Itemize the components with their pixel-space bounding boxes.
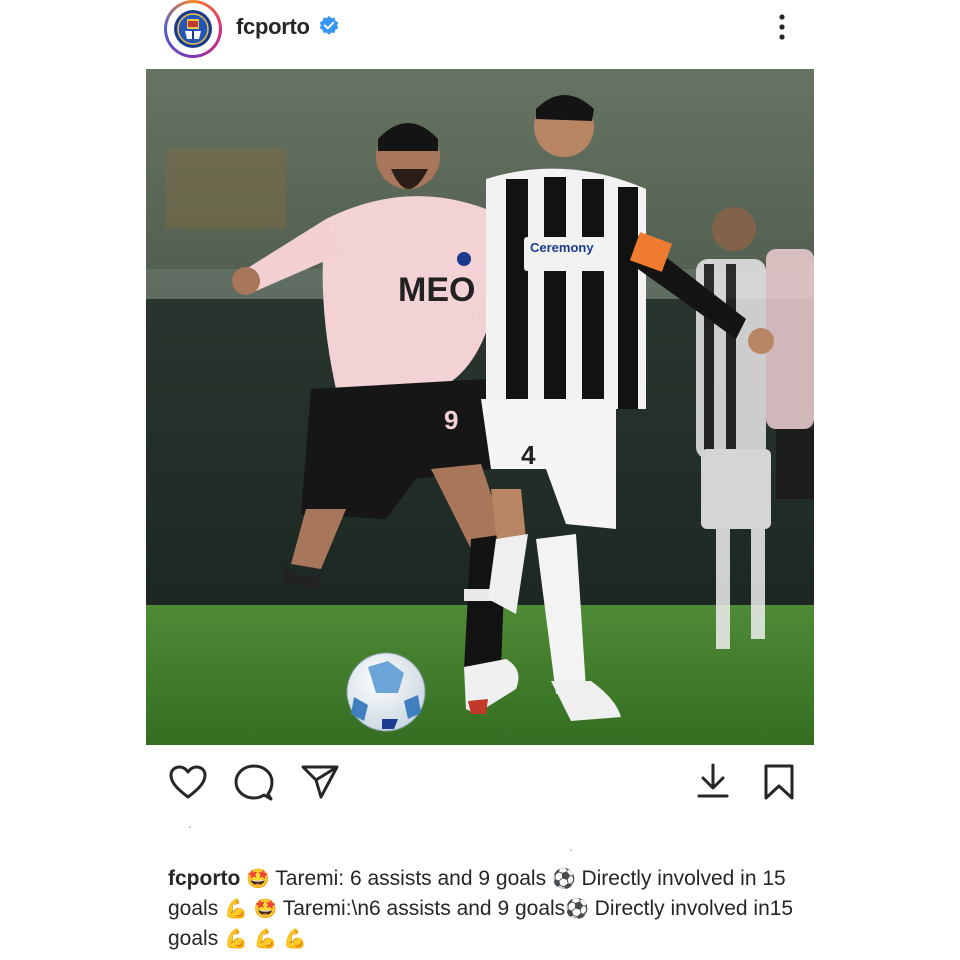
flexed-biceps-emoji: 💪 [224, 928, 248, 950]
divider-dot [570, 849, 572, 851]
flexed-biceps-emoji: 💪 [283, 928, 307, 950]
flexed-biceps-emoji: 💪 [253, 928, 278, 950]
post-username[interactable]: fcporto [236, 14, 310, 40]
send-icon[interactable] [301, 764, 339, 800]
flexed-biceps-emoji: 💪 [224, 898, 248, 920]
porto-shorts-number: 9 [444, 405, 458, 435]
avatar[interactable] [164, 0, 222, 58]
soccer-ball-emoji: ⚽ [565, 898, 589, 920]
comment-icon[interactable] [234, 764, 274, 802]
caption-username[interactable]: fcporto [168, 867, 240, 890]
star-struck-emoji: 🤩 [253, 898, 278, 920]
post-image[interactable]: MEO 9 Ceremony 4 [146, 69, 814, 745]
fc-porto-crest-icon [174, 10, 212, 48]
divider-dot [189, 826, 191, 828]
opponent-shorts-number: 4 [521, 440, 536, 470]
opponent-sponsor-text: Ceremony [530, 240, 594, 255]
post-header: fcporto [0, 0, 960, 60]
bookmark-icon[interactable] [762, 763, 796, 801]
heart-icon[interactable] [168, 764, 208, 800]
soccer-ball-emoji: ⚽ [551, 868, 576, 890]
verified-badge-icon [319, 15, 339, 35]
jersey-sponsor-text: MEO [398, 271, 475, 309]
football [346, 652, 426, 732]
football-match-photo: MEO 9 Ceremony 4 [146, 69, 814, 745]
caption-text-1: Taremi: 6 assists and 9 goals [269, 867, 552, 890]
star-struck-emoji: 🤩 [246, 868, 270, 890]
caption-text-3: Taremi:\n6 assists and 9 goals [277, 897, 566, 920]
download-icon[interactable] [696, 762, 730, 800]
post-caption: fcporto 🤩 Taremi: 6 assists and 9 goals … [168, 864, 808, 954]
more-options-icon[interactable] [770, 12, 794, 42]
